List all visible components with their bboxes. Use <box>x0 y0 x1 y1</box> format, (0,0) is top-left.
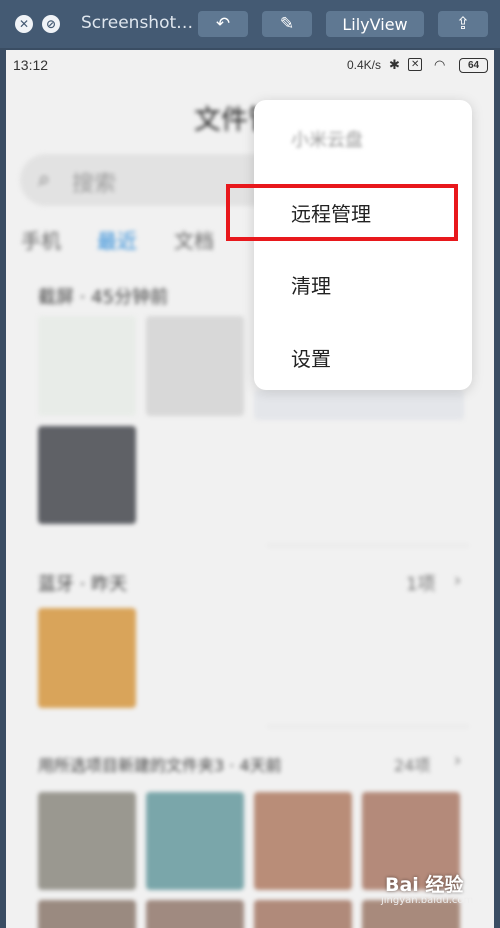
search-placeholder: 搜索 <box>72 172 117 197</box>
section-count-bluetooth[interactable]: 1项 <box>406 570 435 596</box>
divider <box>268 726 468 727</box>
search-icon: ⌕ <box>38 167 51 192</box>
overflow-menu: 小米云盘 远程管理 清理 设置 <box>254 100 472 390</box>
window-title: Screenshot… <box>81 13 194 33</box>
section-title-bluetooth: 蓝牙 · 昨天 <box>38 574 128 595</box>
section-title-screenshots: 截屏 · 45分钟前 <box>38 287 169 308</box>
rotate-button[interactable]: ↶ <box>198 11 248 37</box>
tab-phone[interactable]: 手机 <box>21 225 61 254</box>
thumbnail[interactable] <box>146 316 244 416</box>
markup-icon: ✎ <box>279 14 295 34</box>
share-button[interactable]: ⇪ <box>438 11 488 37</box>
preview-toolbar: ✕ ⊘ Screenshot… ↶ ✎ LilyView ⇪ <box>0 0 500 48</box>
watermark-logo: Bai 经验 <box>385 874 464 896</box>
menu-item-clean[interactable]: 清理 <box>291 270 331 299</box>
tab-documents[interactable]: 文档 <box>174 225 214 254</box>
status-time: 13:12 <box>13 57 49 73</box>
thumbnail[interactable] <box>146 900 244 928</box>
thumbnail[interactable] <box>38 900 136 928</box>
battery-icon: 64 <box>459 58 488 73</box>
rotate-icon: ↶ <box>215 14 231 34</box>
thumbnail[interactable] <box>38 316 136 416</box>
thumbnail[interactable] <box>254 390 464 420</box>
thumbnail[interactable] <box>254 900 352 928</box>
markup-button[interactable]: ✎ <box>262 11 312 37</box>
cancel-icon[interactable]: ⊘ <box>42 15 60 33</box>
watermark-url: jingyan.baidu.com <box>381 895 474 906</box>
thumbnail[interactable] <box>38 608 136 708</box>
status-net-speed: 0.4K/s <box>347 58 382 72</box>
menu-item-settings[interactable]: 设置 <box>291 343 331 372</box>
phone-screen: 13:12 0.4K/s ✱ ✕ ◠ 64 文件管理 ⌕ 搜索 手机 最近 文档… <box>6 50 494 928</box>
section-title-folder: 用所选项目新建的文件夹3 · 4天前 <box>38 756 282 775</box>
chevron-right-icon[interactable]: › <box>454 750 461 771</box>
status-bar: 13:12 0.4K/s ✱ ✕ ◠ 64 <box>6 50 494 80</box>
chevron-right-icon[interactable]: › <box>454 570 461 591</box>
share-icon: ⇪ <box>455 14 471 34</box>
thumbnail[interactable] <box>38 792 136 890</box>
sim-icon: ✕ <box>408 58 423 71</box>
highlight-box <box>226 184 458 241</box>
section-count-folder[interactable]: 24项 <box>394 752 430 776</box>
divider <box>268 545 468 546</box>
wifi-icon: ◠ <box>434 57 446 72</box>
menu-item-cloud[interactable]: 小米云盘 <box>291 126 363 152</box>
tab-recent[interactable]: 最近 <box>97 225 137 254</box>
thumbnail[interactable] <box>38 426 136 524</box>
thumbnail[interactable] <box>146 792 244 890</box>
bluetooth-icon: ✱ <box>389 57 400 72</box>
thumbnail[interactable] <box>254 792 352 890</box>
close-icon[interactable]: ✕ <box>15 15 33 33</box>
lilyview-button[interactable]: LilyView <box>326 11 424 37</box>
